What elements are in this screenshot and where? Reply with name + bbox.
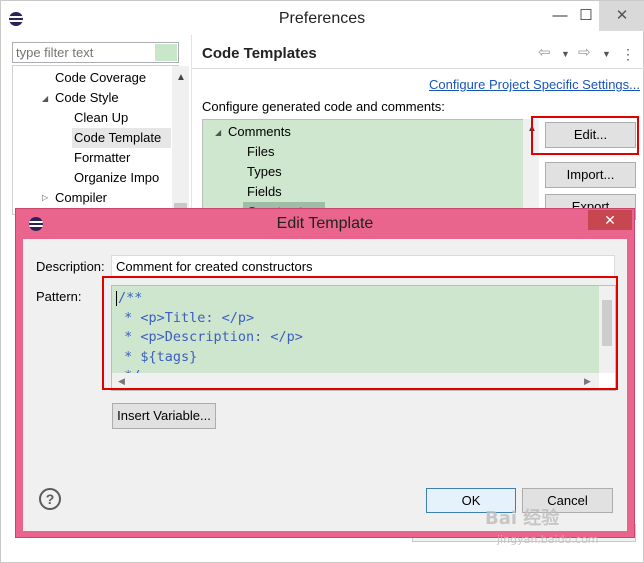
- dialog-close-button[interactable]: ✕: [588, 210, 632, 230]
- tree-item-label: Organize Impo: [74, 170, 160, 185]
- template-item-comments[interactable]: Comments: [228, 122, 291, 142]
- view-menu-icon[interactable]: ⋮: [621, 46, 635, 63]
- tree-item-code-templates[interactable]: Code Template: [72, 128, 171, 148]
- close-button[interactable]: ✕: [599, 1, 644, 31]
- dialog-title: Edit Template: [276, 215, 374, 232]
- tree-item-clean-up[interactable]: Clean Up: [74, 108, 128, 128]
- watermark-url: jingyan.baidu.com: [497, 533, 599, 546]
- tree-item-formatter[interactable]: Formatter: [74, 148, 130, 168]
- minimize-button[interactable]: —: [547, 1, 573, 31]
- filter-input[interactable]: [12, 42, 179, 63]
- template-item-types[interactable]: Types: [247, 162, 282, 182]
- help-icon[interactable]: ?: [39, 488, 61, 510]
- tree-item-label: Formatter: [74, 150, 131, 165]
- tree-scrollbar[interactable]: [172, 66, 189, 216]
- template-item-fields[interactable]: Fields: [247, 182, 282, 202]
- templates-tree: ◢ Comments Files Types Fields Constructo…: [202, 119, 539, 222]
- edit-template-dialog: Edit Template ✕ Description: Comment for…: [15, 208, 635, 538]
- preferences-titlebar: Preferences — ☐ ✕: [1, 1, 644, 36]
- collapse-arrow-icon[interactable]: ▷: [42, 193, 48, 202]
- watermark-text: Bai 经验: [485, 508, 560, 529]
- configure-label: Configure generated code and comments:: [202, 99, 445, 114]
- template-item-label: Files: [247, 144, 275, 159]
- page-title: Code Templates: [202, 45, 317, 62]
- expand-arrow-icon[interactable]: ◢: [42, 94, 48, 103]
- maximize-button[interactable]: ☐: [573, 1, 599, 31]
- header-divider: [192, 68, 644, 69]
- scroll-up-icon[interactable]: ▲: [176, 72, 186, 83]
- pattern-highlight: [102, 276, 618, 390]
- forward-arrow-icon[interactable]: ⇨: [578, 43, 591, 61]
- tree-item-label: Code Template: [74, 130, 162, 145]
- back-arrow-icon[interactable]: ⇦: [538, 43, 551, 61]
- configure-project-settings-link[interactable]: Configure Project Specific Settings...: [429, 77, 640, 92]
- back-dropdown-icon[interactable]: ▼: [561, 49, 570, 59]
- preferences-tree: Code Coverage ◢ Code Style Clean Up Code…: [12, 65, 189, 216]
- tree-item-label: Code Coverage: [55, 70, 147, 85]
- expand-arrow-icon[interactable]: ◢: [215, 128, 221, 137]
- tree-item-label: Compiler: [55, 190, 108, 205]
- template-item-files[interactable]: Files: [247, 142, 274, 162]
- template-item-label: Fields: [247, 184, 282, 199]
- tree-item-label: Code Style: [55, 90, 119, 105]
- template-item-label: Comments: [228, 124, 291, 139]
- dialog-body: Description: Comment for created constru…: [23, 239, 627, 531]
- baidu-watermark: Bai 经验 jingyan.baidu.com: [485, 500, 635, 556]
- forward-dropdown-icon[interactable]: ▼: [602, 49, 611, 59]
- dialog-titlebar: Edit Template ✕: [16, 209, 634, 239]
- tree-item-compiler[interactable]: Compiler: [55, 188, 107, 208]
- description-field[interactable]: Comment for created constructors: [111, 255, 615, 277]
- filter-clear-icon[interactable]: [155, 44, 177, 61]
- tree-item-code-coverage[interactable]: Code Coverage: [55, 68, 146, 88]
- tree-item-label: Clean Up: [74, 110, 129, 125]
- edit-button-highlight: [531, 116, 639, 155]
- pattern-label: Pattern:: [36, 289, 82, 304]
- tree-item-code-style[interactable]: Code Style: [55, 88, 119, 108]
- insert-variable-button[interactable]: Insert Variable...: [112, 403, 216, 429]
- template-item-label: Types: [247, 164, 282, 179]
- description-label: Description:: [36, 259, 105, 274]
- tree-item-organize-imports[interactable]: Organize Impo: [74, 168, 159, 188]
- import-button[interactable]: Import...: [545, 162, 636, 188]
